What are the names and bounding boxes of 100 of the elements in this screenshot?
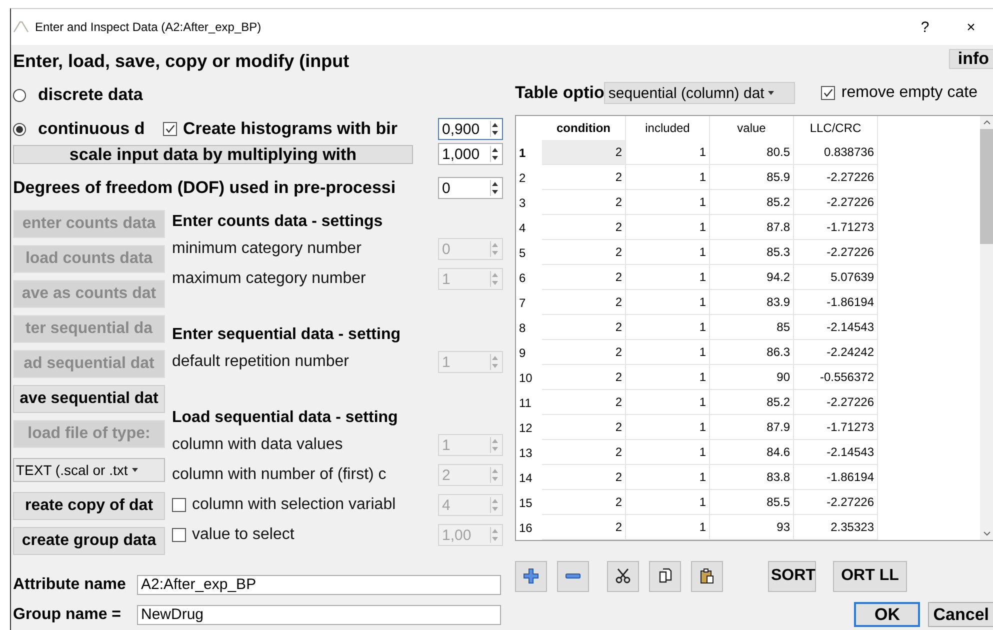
row-number[interactable]: 14 xyxy=(516,465,542,490)
table-cell: 2 xyxy=(542,290,626,315)
table-cell: 1 xyxy=(626,315,710,340)
section-heading: Load sequential data - setting xyxy=(172,408,399,428)
field-label: Attribute name xyxy=(13,576,127,594)
file-type-dropdown[interactable]: TEXT (.scal or .txt xyxy=(13,458,165,482)
table-cell: 2 xyxy=(542,215,626,240)
copy-button[interactable] xyxy=(649,560,681,592)
row-number[interactable]: 2 xyxy=(516,165,542,190)
row-number[interactable]: 1 xyxy=(516,140,542,165)
row-number[interactable]: 8 xyxy=(516,315,542,340)
checkbox[interactable] xyxy=(821,86,836,100)
table-cell: 83.9 xyxy=(710,290,794,315)
table-cell: -0.556372 xyxy=(794,365,878,390)
info-button[interactable]: info xyxy=(948,49,993,69)
row-number[interactable]: 10 xyxy=(516,365,542,390)
scrollbar[interactable] xyxy=(980,116,993,540)
spin-arrows-icon xyxy=(491,121,499,137)
setting-label: minimum category number xyxy=(172,240,362,258)
scroll-thumb[interactable] xyxy=(980,129,993,244)
table-cell: 2 xyxy=(542,390,626,415)
action-button[interactable]: ave sequential dat xyxy=(13,385,165,413)
cut-button[interactable] xyxy=(607,560,639,592)
table-cell: -2.27226 xyxy=(794,240,878,265)
action-button[interactable]: create group data xyxy=(13,527,165,555)
row-number[interactable]: 11 xyxy=(516,390,542,415)
table-cell: 1 xyxy=(626,465,710,490)
table-cell: 2 xyxy=(542,340,626,365)
radio-button[interactable] xyxy=(13,88,26,102)
dof-label: Degrees of freedom (DOF) used in pre-processi xyxy=(13,178,397,198)
sort-button[interactable]: SORT xyxy=(768,560,816,592)
row-number[interactable]: 5 xyxy=(516,240,542,265)
table-cell: 1 xyxy=(626,390,710,415)
title-bar-button[interactable]: ? xyxy=(902,12,948,42)
table-cell: 2 xyxy=(542,440,626,465)
add-row-button[interactable] xyxy=(515,560,547,592)
table-cell: 1 xyxy=(626,490,710,515)
radio-button[interactable] xyxy=(13,122,26,136)
action-button[interactable]: reate copy of dat xyxy=(13,492,165,520)
row-number[interactable]: 15 xyxy=(516,490,542,515)
row-number[interactable]: 3 xyxy=(516,190,542,215)
checkbox[interactable] xyxy=(163,122,177,136)
scissors-icon xyxy=(615,568,631,584)
table-cell: -2.27226 xyxy=(794,190,878,215)
input-field[interactable]: NewDrug xyxy=(137,605,501,625)
caret-icon xyxy=(768,91,774,95)
table-cell: 85.2 xyxy=(710,390,794,415)
sort-button[interactable]: ORT LL xyxy=(833,560,907,592)
table-cell: 1 xyxy=(626,240,710,265)
column-header[interactable]: LLC/CRC xyxy=(794,116,878,140)
table-cell: 94.2 xyxy=(710,265,794,290)
table-cell: 1 xyxy=(626,515,710,540)
scale-button[interactable]: scale input data by multiplying with xyxy=(13,144,413,164)
table-cell: -1.71273 xyxy=(794,415,878,440)
table-cell: 85.5 xyxy=(710,490,794,515)
table-cell: 2 xyxy=(542,165,626,190)
number-field[interactable]: 0 xyxy=(438,177,503,199)
row-number[interactable]: 7 xyxy=(516,290,542,315)
column-header[interactable]: value xyxy=(710,116,794,140)
spin-arrows-icon xyxy=(491,241,499,257)
number-field[interactable]: 1,000 xyxy=(438,143,503,165)
table-cell: 85.3 xyxy=(710,240,794,265)
table-cell: 2 xyxy=(542,190,626,215)
section-heading: Enter sequential data - setting xyxy=(172,325,402,345)
row-number[interactable]: 16 xyxy=(516,515,542,540)
table-cell: 2.35323 xyxy=(794,515,878,540)
table-cell: -2.24242 xyxy=(794,340,878,365)
table-cell: 5.07639 xyxy=(794,265,878,290)
table-cell: 2 xyxy=(542,140,626,165)
row-number[interactable]: 13 xyxy=(516,440,542,465)
remove-row-button[interactable] xyxy=(557,560,589,592)
row-number[interactable]: 4 xyxy=(516,215,542,240)
dialog-button[interactable]: OK xyxy=(854,602,920,627)
spin-arrows-icon xyxy=(491,497,499,513)
paste-button[interactable] xyxy=(691,560,723,592)
table-cell: -2.27226 xyxy=(794,165,878,190)
row-number[interactable]: 12 xyxy=(516,415,542,440)
table-cell: 0.838736 xyxy=(794,140,878,165)
setting-label: column with selection variabl xyxy=(192,496,396,514)
row-number[interactable]: 6 xyxy=(516,265,542,290)
table-cell: 2 xyxy=(542,415,626,440)
spin-arrows-icon xyxy=(491,146,499,162)
setting-label: default repetition number xyxy=(172,353,349,371)
row-number[interactable]: 9 xyxy=(516,340,542,365)
input-field[interactable]: A2:After_exp_BP xyxy=(137,575,501,595)
number-field[interactable]: 0,900 xyxy=(438,118,503,140)
spin-arrows-icon xyxy=(491,180,499,196)
table-cell: 1 xyxy=(626,440,710,465)
table-type-dropdown[interactable]: sequential (column) dat xyxy=(604,82,796,104)
table-cell: 2 xyxy=(542,515,626,540)
table-cell: 86.3 xyxy=(710,340,794,365)
column-header[interactable]: included xyxy=(626,116,710,140)
app-icon xyxy=(13,21,29,33)
table-cell: 2 xyxy=(542,315,626,340)
table-cell: 1 xyxy=(626,290,710,315)
title-bar-button[interactable]: × xyxy=(948,12,993,42)
table-cell: -2.27226 xyxy=(794,390,878,415)
table-cell: 2 xyxy=(542,465,626,490)
dialog-button[interactable]: Cancel xyxy=(928,602,993,627)
spin-arrows-icon xyxy=(491,271,499,287)
